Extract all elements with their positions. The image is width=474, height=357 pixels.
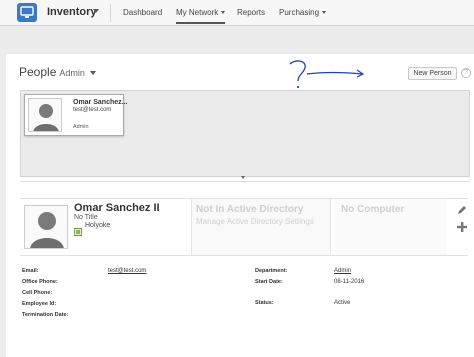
nav-reports[interactable]: Reports bbox=[237, 8, 265, 17]
nav-divider bbox=[110, 4, 111, 22]
person-card[interactable]: Omar Sanchez... test@test.com Admin bbox=[24, 94, 128, 136]
page-title: People Admin bbox=[19, 65, 85, 79]
start-date-value: 08-11-2016 bbox=[334, 279, 365, 285]
card-email: test@test.com bbox=[73, 107, 112, 113]
chevron-down-icon bbox=[221, 11, 226, 15]
nav-purchasing-label: Purchasing bbox=[279, 8, 320, 17]
computer-status: No Computer bbox=[341, 204, 405, 215]
page-subtitle[interactable]: Admin bbox=[59, 68, 85, 78]
nav-purchasing[interactable]: Purchasing bbox=[279, 8, 327, 17]
nav-my-network-label: My Network bbox=[176, 8, 219, 17]
department-label: Department: bbox=[255, 268, 288, 274]
email-value[interactable]: test@test.com bbox=[108, 268, 146, 274]
help-icon[interactable]: ? bbox=[461, 68, 471, 78]
department-value[interactable]: Admin bbox=[334, 268, 351, 274]
employee-id-label: Employee Id: bbox=[22, 301, 57, 307]
monitor-icon[interactable] bbox=[17, 3, 37, 22]
cell-phone-label: Cell Phone: bbox=[22, 290, 53, 296]
app-title[interactable]: Inventory bbox=[47, 6, 97, 18]
panel-resize-handle[interactable] bbox=[241, 176, 245, 179]
avatar bbox=[28, 98, 62, 132]
office-phone-label: Office Phone: bbox=[22, 279, 58, 285]
nav-my-network[interactable]: My Network bbox=[176, 8, 226, 24]
person-title: No Title bbox=[74, 214, 98, 221]
termination-date-label: Termination Date: bbox=[22, 312, 69, 318]
new-person-button[interactable]: New Person bbox=[408, 67, 457, 80]
chevron-down-icon[interactable] bbox=[90, 71, 96, 75]
pencil-icon[interactable] bbox=[456, 203, 468, 221]
person-location[interactable]: Holyoke bbox=[85, 222, 110, 229]
app-menu-caret-icon[interactable] bbox=[93, 9, 99, 13]
location-icon bbox=[74, 223, 82, 236]
active-directory-status: Not In Active Directory bbox=[196, 204, 304, 215]
plus-icon[interactable] bbox=[456, 220, 468, 238]
card-role: Admin bbox=[73, 124, 89, 130]
status-value: Active bbox=[334, 300, 351, 306]
active-directory-settings-link[interactable]: Manage Active Directory Settings bbox=[196, 217, 314, 226]
person-name: Omar Sanchez II bbox=[74, 202, 160, 214]
chevron-down-icon bbox=[322, 11, 327, 15]
page-title-text: People bbox=[19, 65, 57, 79]
start-date-label: Start Date: bbox=[255, 279, 283, 285]
status-label: Status: bbox=[255, 300, 274, 306]
card-name: Omar Sanchez... bbox=[73, 99, 128, 106]
avatar bbox=[24, 205, 68, 249]
section-divider bbox=[20, 181, 470, 182]
top-nav: Inventory Dashboard My Network Reports P… bbox=[0, 0, 474, 26]
email-label: Email: bbox=[22, 268, 39, 274]
nav-dashboard[interactable]: Dashboard bbox=[123, 8, 162, 17]
